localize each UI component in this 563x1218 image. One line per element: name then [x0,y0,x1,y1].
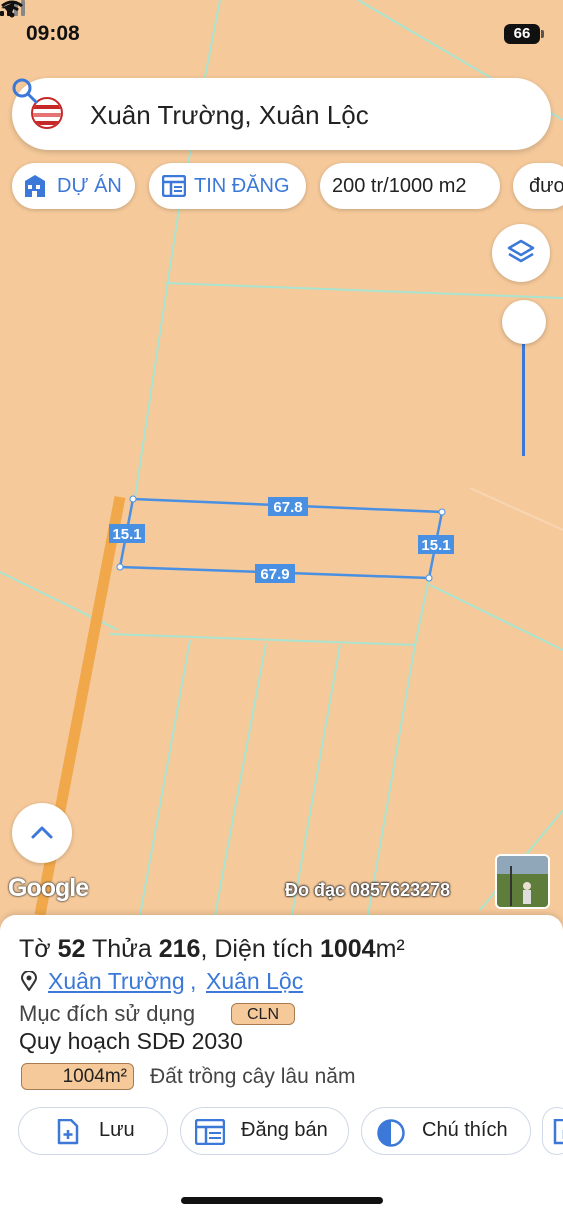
chip-more[interactable]: đươ [513,163,563,209]
save-button[interactable]: Lưu [18,1107,168,1155]
edge-label-top: 67.8 [273,499,302,516]
search-bar[interactable]: Xuân Trường, Xuân Lộc [12,78,551,150]
purpose-code-badge: CLN [231,1003,295,1025]
plan-label: Quy hoạch SDĐ 2030 [19,1028,243,1054]
parcel-title: Tờ 52 Thửa 216, Diện tích 1004m² [19,935,405,964]
street-photo-thumbnail[interactable] [495,854,550,909]
chip-du-an[interactable]: DỰ ÁN [12,163,135,209]
battery-tip [541,30,544,38]
post-for-sale-label: Đăng bán [241,1119,328,1141]
status-bar: 09:08 66 [0,0,563,66]
post-for-sale-button[interactable]: Đăng bán [180,1107,349,1155]
chip-price-filter[interactable]: 200 tr/1000 m2 [320,163,500,209]
chip-label: DỰ ÁN [57,175,122,197]
commune-link[interactable]: Xuân Trường [48,968,185,995]
layers-icon [507,239,535,263]
map-view[interactable]: 67.8 67.9 15.1 15.1 09:08 66 Xuân Trường… [0,0,563,915]
land-type-label: Đất trồng cây lâu năm [150,1065,356,1088]
purpose-label: Mục đích sử dụng [19,1001,196,1026]
opacity-slider-thumb[interactable] [502,300,546,344]
wifi-icon [1,0,23,18]
half-circle-icon [377,1119,405,1147]
search-icon[interactable] [12,78,38,104]
layers-button[interactable] [492,224,550,282]
listing-icon [162,175,186,197]
chip-label: TIN ĐĂNG [194,175,290,197]
plan-area-badge: 1004m² [21,1063,134,1090]
search-input[interactable]: Xuân Trường, Xuân Lộc [90,100,369,131]
location-pin-icon [21,971,37,991]
chip-label: đươ [529,175,563,197]
battery-icon: 66 [504,24,540,44]
chevron-up-icon [31,826,53,839]
chip-label: 200 tr/1000 m2 [332,175,467,197]
expand-up-button[interactable] [12,803,72,863]
title-mid: Thửa [91,935,152,963]
edge-label-right: 15.1 [421,537,450,554]
edge-label-bottom: 67.9 [260,566,289,583]
clock: 09:08 [26,22,80,45]
survey-contact: Đo đạc 0857623278 [285,880,451,900]
sheet-number: 52 [57,935,86,963]
district-link[interactable]: Xuân Lộc [206,968,303,995]
photo-image [497,856,548,907]
legend-button[interactable]: Chú thích [361,1107,531,1155]
area-prefix: , Diện tích [200,935,313,963]
area-unit: m² [375,935,405,963]
google-logo: Google [8,874,89,902]
plot-number: 216 [158,935,201,963]
add-document-icon [57,1119,79,1145]
address-separator: , [190,968,197,994]
listing-icon [195,1119,225,1145]
edge-label-left: 15.1 [112,526,141,543]
add-document-icon [553,1119,563,1145]
parcel-info-sheet: Tờ 52 Thửa 216, Diện tích 1004m² Xuân Tr… [0,915,563,1218]
area-value: 1004 [319,935,376,963]
building-icon [25,175,45,197]
save-label: Lưu [99,1119,135,1141]
title-prefix: Tờ [19,935,51,963]
legend-label: Chú thích [422,1119,508,1141]
chip-tin-dang[interactable]: TIN ĐĂNG [149,163,306,209]
home-indicator[interactable] [181,1197,383,1204]
more-actions-button[interactable] [542,1107,563,1155]
